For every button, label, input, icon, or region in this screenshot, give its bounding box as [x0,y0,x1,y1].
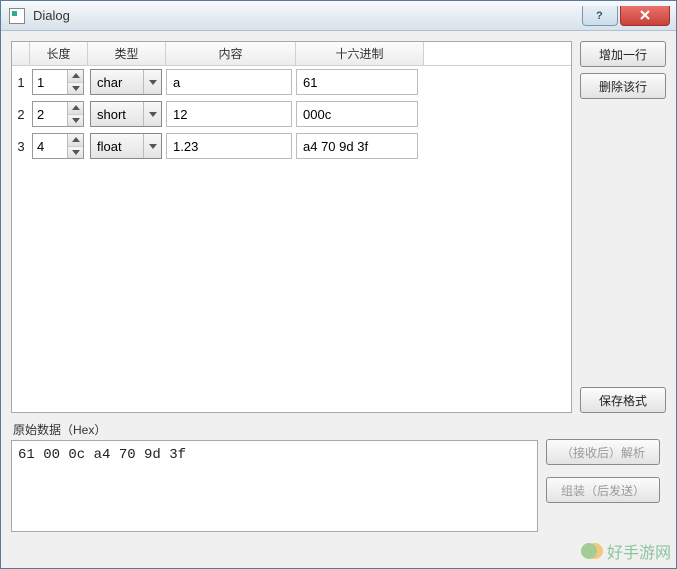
type-cell: short [88,100,166,128]
close-icon [639,9,651,21]
length-spinner[interactable]: 4 [32,133,84,159]
table-header: 长度 类型 内容 十六进制 [12,42,571,66]
type-cell: float [88,132,166,160]
length-value[interactable]: 4 [33,134,67,158]
row-index: 2 [12,107,30,122]
chevron-down-icon[interactable] [143,102,161,126]
delete-row-button[interactable]: 删除该行 [580,73,666,99]
client-area: 长度 类型 内容 十六进制 11 chara61 22 short 12000c 34 fl… [1,31,676,568]
raw-label: 原始数据（Hex） [11,421,538,438]
table-row[interactable]: 22 short 12000c [12,98,571,130]
spin-down-icon[interactable] [68,115,83,127]
window-title: Dialog [33,8,70,23]
chevron-down-icon[interactable] [143,134,161,158]
col-content[interactable]: 内容 [166,42,296,65]
table-row[interactable]: 11 chara61 [12,66,571,98]
hex-input[interactable]: a4 70 9d 3f [296,133,418,159]
content-input[interactable]: 12 [166,101,292,127]
upper-panel: 长度 类型 内容 十六进制 11 chara61 22 short 12000c 34 fl… [11,41,666,413]
close-button[interactable] [620,6,670,26]
type-value: short [91,102,143,126]
lower-buttons: （接收后）解析 组装（后发送） [546,421,666,532]
spin-up-icon[interactable] [68,70,83,83]
col-hex[interactable]: 十六进制 [296,42,424,65]
type-combobox[interactable]: float [90,133,162,159]
save-format-button[interactable]: 保存格式 [580,387,666,413]
row-index: 3 [12,139,30,154]
raw-textarea[interactable]: 61 00 0c a4 70 9d 3f [11,440,538,532]
chevron-down-icon[interactable] [143,70,161,94]
type-combobox[interactable]: char [90,69,162,95]
length-cell: 2 [30,100,88,128]
help-button[interactable]: ? [582,6,618,26]
type-cell: char [88,68,166,96]
length-value[interactable]: 1 [33,70,67,94]
svg-text:?: ? [596,10,603,21]
length-cell: 1 [30,68,88,96]
spin-up-icon[interactable] [68,134,83,147]
spin-up-icon[interactable] [68,102,83,115]
content-input[interactable]: a [166,69,292,95]
app-icon [9,8,25,24]
length-cell: 4 [30,132,88,160]
type-value: char [91,70,143,94]
length-spinner[interactable]: 1 [32,69,84,95]
add-row-button[interactable]: 增加一行 [580,41,666,67]
assemble-button[interactable]: 组装（后发送） [546,477,660,503]
table-row[interactable]: 34 float 1.23a4 70 9d 3f [12,130,571,162]
table-body: 11 chara61 22 short 12000c 34 float 1.23a4 70 9… [12,66,571,162]
col-index [12,42,30,65]
side-buttons: 增加一行 删除该行 保存格式 [580,41,666,413]
dialog-window: Dialog ? 长度 类型 内容 十六进制 11chara6122short1… [0,0,677,569]
type-combobox[interactable]: short [90,101,162,127]
col-type[interactable]: 类型 [88,42,166,65]
parse-button[interactable]: （接收后）解析 [546,439,660,465]
help-icon: ? [594,9,606,21]
spin-down-icon[interactable] [68,83,83,95]
length-spinner[interactable]: 2 [32,101,84,127]
spin-down-icon[interactable] [68,147,83,159]
row-index: 1 [12,75,30,90]
content-input[interactable]: 1.23 [166,133,292,159]
data-table: 长度 类型 内容 十六进制 11 chara61 22 short 12000c 34 fl… [11,41,572,413]
hex-input[interactable]: 000c [296,101,418,127]
window-buttons: ? [582,6,676,26]
col-length[interactable]: 长度 [30,42,88,65]
type-value: float [91,134,143,158]
raw-wrap: 原始数据（Hex） 61 00 0c a4 70 9d 3f [11,421,538,532]
lower-panel: 原始数据（Hex） 61 00 0c a4 70 9d 3f （接收后）解析 组… [11,421,666,532]
length-value[interactable]: 2 [33,102,67,126]
hex-input[interactable]: 61 [296,69,418,95]
titlebar[interactable]: Dialog ? [1,1,676,31]
